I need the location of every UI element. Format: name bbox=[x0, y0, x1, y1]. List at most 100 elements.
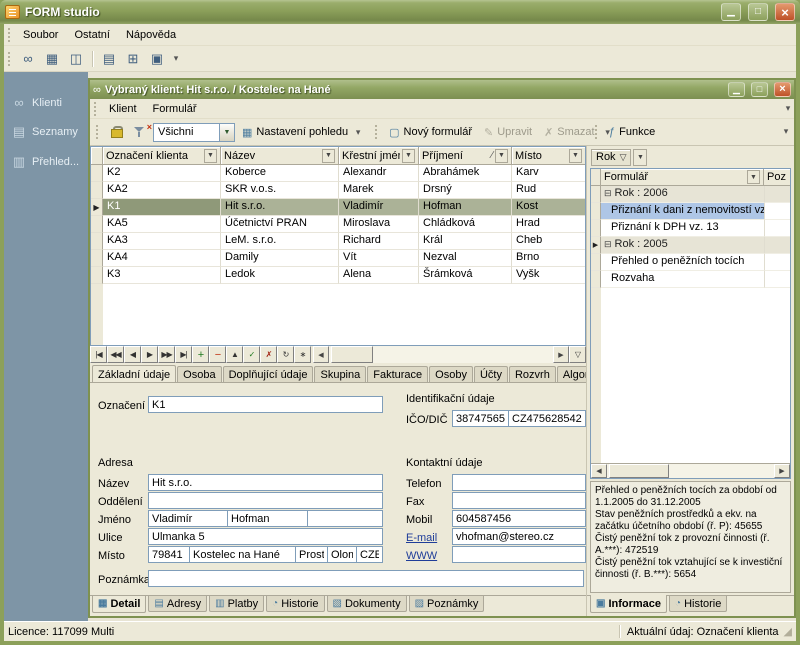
form-row[interactable]: Přiznání k DPH vz. 13 bbox=[591, 220, 790, 237]
column-header-formular[interactable]: Formulář ▼ bbox=[601, 169, 764, 186]
poznamka-input[interactable] bbox=[148, 570, 584, 587]
email-link-label[interactable]: E-mail bbox=[406, 532, 437, 544]
nav-post-button[interactable]: ✓ bbox=[243, 346, 260, 363]
tab-informace[interactable]: ▣ Informace bbox=[590, 595, 667, 613]
group-by-rok-button[interactable]: Rok ▽ bbox=[591, 149, 631, 166]
column-header-poz[interactable]: Poz bbox=[764, 169, 790, 186]
dic-input[interactable] bbox=[508, 410, 586, 427]
functions-button[interactable]: ƒ Funkce bbox=[604, 122, 660, 142]
client-maximize-button[interactable]: □ bbox=[751, 82, 768, 97]
table-row[interactable]: KA5 Účetnictví PRAN Miroslava Chládková … bbox=[91, 216, 585, 233]
column-filter-dropdown[interactable]: ▼ bbox=[322, 149, 335, 163]
forms-hscrollbar[interactable]: ◀ ▶ bbox=[591, 463, 790, 478]
tab-zakladni-udaje[interactable]: Základní údaje bbox=[92, 365, 176, 383]
nav-last-button[interactable]: ▶| bbox=[175, 346, 192, 363]
tab-detail[interactable]: ▦ Detail bbox=[92, 595, 146, 613]
okres-input[interactable] bbox=[295, 546, 328, 563]
edit-button[interactable]: ✎ Upravit bbox=[479, 122, 537, 142]
tab-skupina[interactable]: Skupina bbox=[314, 366, 366, 382]
form-row[interactable]: Přehled o peněžních tocích bbox=[591, 254, 790, 271]
nazev-input[interactable] bbox=[148, 474, 383, 491]
table-row[interactable]: K2 Koberce Alexandr Abrahámek Karv bbox=[91, 165, 585, 182]
column-filter-dropdown[interactable]: ▼ bbox=[569, 149, 582, 163]
email-input[interactable] bbox=[452, 528, 586, 545]
tab-fakturace[interactable]: Fakturace bbox=[367, 366, 428, 382]
tab-osoby[interactable]: Osoby bbox=[429, 366, 473, 382]
psc-input[interactable] bbox=[148, 546, 190, 563]
menu-napoveda[interactable]: Nápověda bbox=[118, 26, 184, 44]
toolbar-grip[interactable] bbox=[7, 52, 11, 66]
ulice-input[interactable] bbox=[148, 528, 383, 545]
column-header-krestni-jmeno[interactable]: Křestní jméno ▼ bbox=[339, 147, 419, 165]
tab-platby[interactable]: ▥ Platby bbox=[209, 596, 264, 612]
tab-poznamky[interactable]: ▨ Poznámky bbox=[409, 596, 485, 612]
grid-hscrollbar[interactable]: ◀ ▶ bbox=[313, 346, 569, 363]
forms-icon[interactable]: ◫ bbox=[65, 49, 87, 69]
tab-historie[interactable]: ◔ Historie bbox=[266, 596, 324, 612]
layout-icon[interactable]: ▣ bbox=[146, 49, 168, 69]
collapse-icon[interactable]: ⊟ bbox=[604, 188, 612, 198]
functions-grip[interactable] bbox=[594, 125, 598, 139]
new-form-button[interactable]: ▢ Nový formulář bbox=[384, 122, 477, 142]
client-toolbar-grip2[interactable] bbox=[374, 125, 378, 139]
nav-next-page-button[interactable]: ▶▶ bbox=[158, 346, 175, 363]
prijmeni-input[interactable] bbox=[227, 510, 308, 527]
ico-input[interactable] bbox=[452, 410, 509, 427]
nav-prior-page-button[interactable]: ◀◀ bbox=[107, 346, 124, 363]
nav-next-button[interactable]: ▶ bbox=[141, 346, 158, 363]
client-menubar-grip[interactable] bbox=[93, 102, 97, 116]
scroll-left-icon[interactable]: ◀ bbox=[591, 464, 607, 478]
kraj-input[interactable] bbox=[327, 546, 357, 563]
oddeleni-input[interactable] bbox=[148, 492, 383, 509]
nav-refresh-button[interactable]: ↻ bbox=[277, 346, 294, 363]
tab-dokumenty[interactable]: ▧ Dokumenty bbox=[327, 596, 407, 612]
client-close-button[interactable]: × bbox=[774, 82, 791, 97]
sidebar-item-klienti[interactable]: ∞ Klienti bbox=[4, 88, 88, 117]
scroll-right-icon[interactable]: ▶ bbox=[553, 346, 569, 363]
form-group-row-2005[interactable]: ▶ ⊟Rok : 2005 bbox=[591, 237, 790, 254]
form-row[interactable]: Rozvaha bbox=[591, 271, 790, 288]
scrollbar-thumb[interactable] bbox=[331, 346, 373, 363]
column-header-nazev[interactable]: Název ▼ bbox=[221, 147, 339, 165]
mesto-input[interactable] bbox=[189, 546, 296, 563]
column-filter-dropdown[interactable]: ▼ bbox=[204, 149, 217, 163]
view-settings-button[interactable]: ▦ Nastavení pohledu ▾ bbox=[237, 122, 369, 142]
column-filter-dropdown[interactable]: ▼ bbox=[747, 170, 760, 184]
form-row-selected[interactable]: Přiznání k dani z nemovitostí vz bbox=[591, 203, 790, 220]
calculator-icon[interactable]: ▦ bbox=[41, 49, 63, 69]
table-row[interactable]: K3 Ledok Alena Šrámková Vyšk bbox=[91, 267, 585, 284]
column-filter-dropdown[interactable]: ▼ bbox=[402, 149, 415, 163]
rok-filter-dropdown[interactable]: ▼ bbox=[633, 149, 647, 166]
table-row[interactable]: KA4 Damily Vít Nezval Brno bbox=[91, 250, 585, 267]
column-header-prijmeni[interactable]: Příjmení ∕ ▼ bbox=[419, 147, 512, 165]
sidebar-item-prehled[interactable]: ▥ Přehled... bbox=[4, 147, 88, 177]
client-menubar-overflow-chevron[interactable]: ▾ bbox=[782, 103, 794, 114]
www-input[interactable] bbox=[452, 546, 586, 563]
tab-doplnujici-udaje[interactable]: Doplňující údaje bbox=[223, 366, 314, 382]
column-filter-dropdown[interactable]: ▼ bbox=[495, 149, 508, 163]
table-row[interactable]: KA2 SKR v.o.s. Marek Drsný Rud bbox=[91, 182, 585, 199]
mobil-input[interactable] bbox=[452, 510, 586, 527]
scroll-left-icon[interactable]: ◀ bbox=[313, 346, 329, 363]
menu-ostatni[interactable]: Ostatní bbox=[66, 26, 117, 44]
close-button[interactable]: × bbox=[775, 3, 795, 21]
nav-cancel-button[interactable]: ✗ bbox=[260, 346, 277, 363]
tab-osoba[interactable]: Osoba bbox=[177, 366, 221, 382]
functions-overflow-chevron[interactable]: ▾ bbox=[780, 126, 792, 137]
tab-algoritmy[interactable]: Algoritmy bbox=[557, 366, 586, 382]
client-minimize-button[interactable]: ▁ bbox=[728, 82, 745, 97]
client-toolbar-grip[interactable] bbox=[95, 125, 99, 139]
lock-icon[interactable] bbox=[105, 122, 127, 142]
resize-grip[interactable]: ◢ bbox=[784, 625, 792, 638]
menu-formular[interactable]: Formulář bbox=[145, 100, 205, 118]
nav-bookmark-button[interactable]: ∗ bbox=[294, 346, 311, 363]
print-icon[interactable]: ▤ bbox=[98, 49, 120, 69]
minimize-button[interactable]: ▁ bbox=[721, 3, 741, 21]
grid-filter-button[interactable]: ▽ bbox=[569, 346, 586, 363]
copy-icon[interactable]: ⊞ bbox=[122, 49, 144, 69]
titul-input[interactable] bbox=[307, 510, 383, 527]
stat-input[interactable] bbox=[356, 546, 383, 563]
fax-input[interactable] bbox=[452, 492, 586, 509]
toolbar-overflow-chevron[interactable]: ▾ bbox=[170, 53, 182, 64]
nav-prior-button[interactable]: ◀ bbox=[124, 346, 141, 363]
